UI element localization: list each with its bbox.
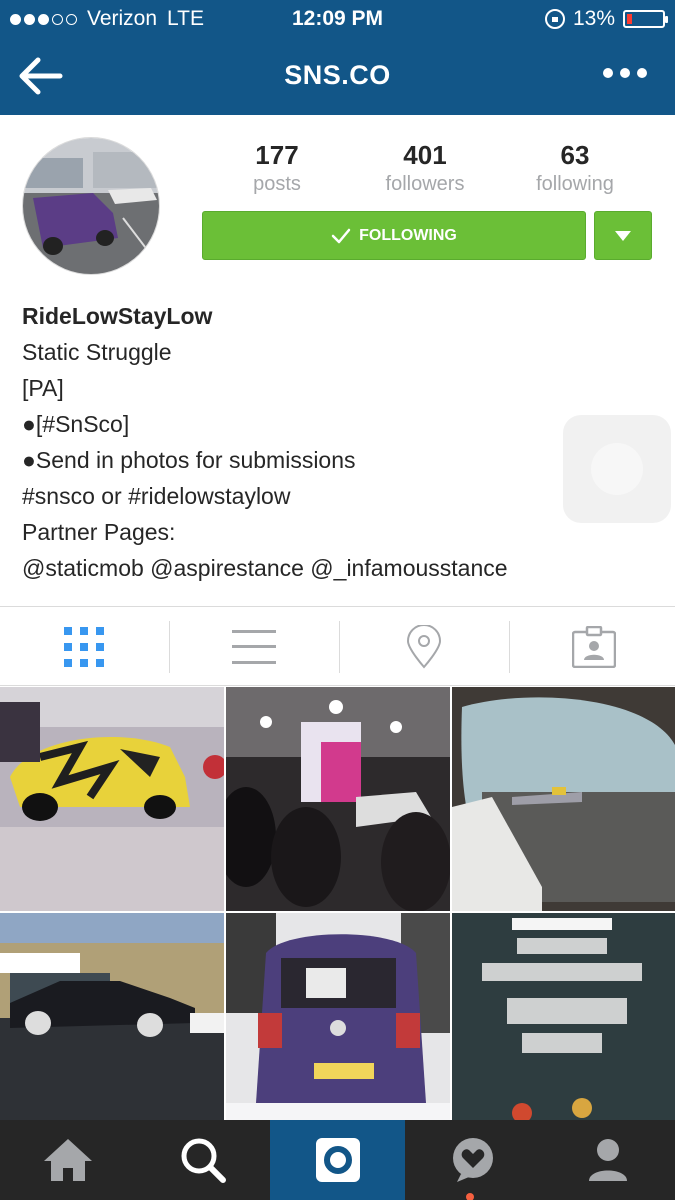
notification-dot xyxy=(466,1193,474,1200)
grid-view-icon[interactable] xyxy=(0,607,168,687)
profile-stats: 177 posts 401 followers 63 following xyxy=(202,140,652,200)
battery-status: 13% xyxy=(544,7,668,31)
following-button-label: FOLLOWING xyxy=(359,226,457,244)
assistive-touch-button[interactable] xyxy=(563,415,671,523)
stat-followers[interactable]: 401 followers xyxy=(350,140,500,196)
photo-thumbnail[interactable] xyxy=(226,687,450,911)
location-pin-icon[interactable] xyxy=(340,607,508,687)
status-bar: Verizon LTE 12:09 PM 13% xyxy=(0,0,675,38)
more-options-icon[interactable] xyxy=(603,68,647,78)
profile-bio: RideLowStayLow Static Struggle [PA] ●[#S… xyxy=(22,298,508,586)
bio-line: Partner Pages: xyxy=(22,519,176,545)
following-count: 63 xyxy=(560,140,590,170)
search-icon[interactable] xyxy=(135,1120,270,1200)
navigation-bar: SNS.CO xyxy=(0,38,675,115)
top-bar: Verizon LTE 12:09 PM 13% SNS.CO xyxy=(0,0,675,115)
avatar[interactable] xyxy=(22,137,160,275)
stat-posts[interactable]: 177 posts xyxy=(202,140,352,196)
photo-thumbnail[interactable] xyxy=(0,913,224,1137)
bio-line[interactable]: ●[#SnSco] xyxy=(22,406,508,442)
tagged-photos-icon[interactable] xyxy=(510,607,675,687)
bottom-navigation xyxy=(0,1120,675,1200)
bio-line: Static Struggle xyxy=(22,339,172,365)
list-view-icon[interactable] xyxy=(170,607,338,687)
bio-line: ●Send in photos for submissions xyxy=(22,447,356,473)
bio-partner-mentions[interactable]: @staticmob @aspirestance @_infamousstanc… xyxy=(22,550,508,586)
profile-username-title: SNS.CO xyxy=(284,60,391,90)
activity-heart-icon[interactable] xyxy=(405,1120,540,1200)
following-label: following xyxy=(536,173,614,195)
battery-percent: 13% xyxy=(572,7,615,30)
profile-icon[interactable] xyxy=(540,1120,675,1200)
home-icon[interactable] xyxy=(0,1120,135,1200)
bio-line: [PA] xyxy=(22,375,64,401)
suggestions-dropdown-button[interactable] xyxy=(594,211,652,260)
photo-grid xyxy=(0,687,675,1137)
camera-icon[interactable] xyxy=(270,1120,405,1200)
followers-count: 401 xyxy=(403,140,447,170)
posts-count: 177 xyxy=(255,140,299,170)
photo-thumbnail[interactable] xyxy=(0,687,224,911)
profile-full-name: RideLowStayLow xyxy=(22,303,213,329)
checkmark-icon xyxy=(331,228,351,243)
followers-label: followers xyxy=(385,173,465,195)
chevron-down-icon xyxy=(615,230,631,241)
photo-thumbnail[interactable] xyxy=(226,913,450,1137)
rotation-lock-icon xyxy=(544,9,565,29)
bio-line[interactable]: #snsco or #ridelowstaylow xyxy=(22,478,508,514)
posts-label: posts xyxy=(253,173,301,195)
photo-thumbnail[interactable] xyxy=(452,913,675,1137)
following-button[interactable]: FOLLOWING xyxy=(202,211,586,260)
battery-icon xyxy=(623,10,668,28)
photo-thumbnail[interactable] xyxy=(452,687,675,911)
stat-following[interactable]: 63 following xyxy=(500,140,650,196)
profile-view-tabs xyxy=(0,606,675,686)
